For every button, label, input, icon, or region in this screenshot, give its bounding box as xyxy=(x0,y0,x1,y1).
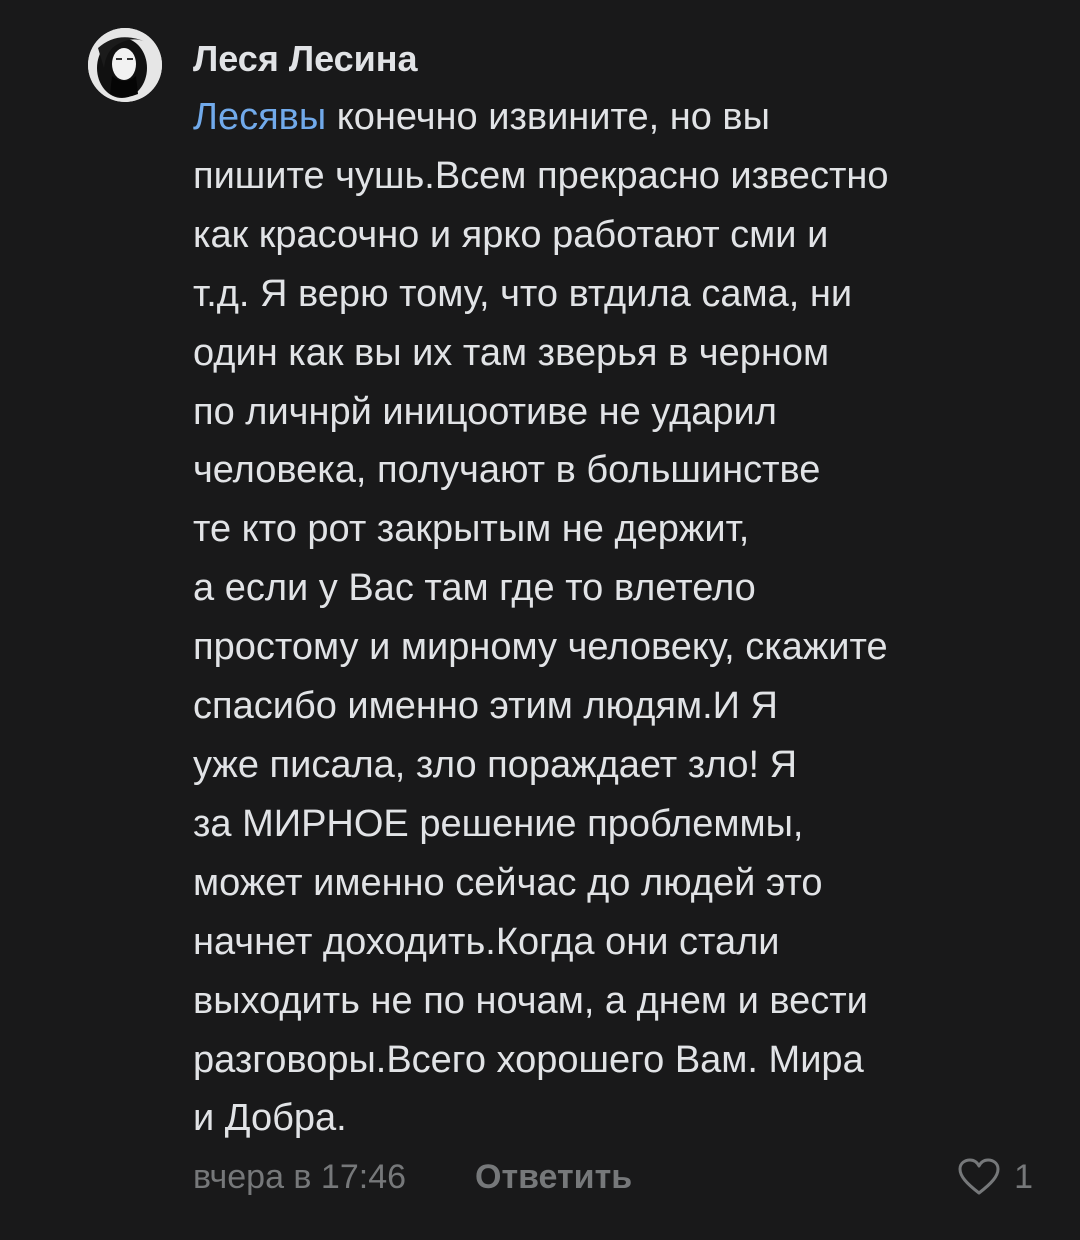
avatar-image xyxy=(88,28,162,102)
comment-line: выходить не по ночам, а днем и вести xyxy=(193,979,868,1022)
comment-line: простому и мирному человеку, скажите xyxy=(193,626,888,669)
heart-outline-icon xyxy=(958,1158,1000,1195)
comment-author[interactable]: Леся Лесина xyxy=(193,36,418,82)
comment-line: и Добра. xyxy=(193,1097,347,1140)
comment-line: по личнрй иницоотиве не ударил xyxy=(193,390,777,433)
comment-line: а если у Вас там где то влетело xyxy=(193,567,756,610)
comment: Леся Лесина Лесявы конечно извините, но … xyxy=(0,0,1080,1240)
comment-line: те кто рот закрытым не держит, xyxy=(193,508,750,551)
reply-button[interactable]: Ответить xyxy=(475,1152,632,1202)
comment-line-text: конечно извините, но вы xyxy=(326,96,770,138)
comment-line: разговоры.Всего хорошего Вам. Мира xyxy=(193,1038,864,1081)
mention-link[interactable]: Лесявы xyxy=(193,96,326,138)
avatar[interactable] xyxy=(88,28,162,102)
comment-line: человека, получают в большинстве xyxy=(193,449,821,492)
comment-line: за МИРНОЕ решение проблеммы, xyxy=(193,802,804,845)
comment-line: начнет доходить.Когда они стали xyxy=(193,920,780,963)
comment-line: Лесявы конечно извините, но вы xyxy=(193,88,1053,147)
comment-line: уже писала, зло пораждает зло! Я xyxy=(193,743,798,786)
comment-line: один как вы их там зверья в черном xyxy=(193,331,830,374)
comment-line: пишите чушь.Всем прекрасно известно xyxy=(193,154,889,197)
comment-line: спасибо именно этим людям.И Я xyxy=(193,685,778,728)
comment-text: Лесявы конечно извините, но вы пишите чу… xyxy=(193,88,1053,1148)
comment-line: т.д. Я верю тому, что втдила сама, ни xyxy=(193,272,853,315)
comment-line: может именно сейчас до людей это xyxy=(193,861,823,904)
comment-timestamp[interactable]: вчера в 17:46 xyxy=(193,1152,406,1202)
comment-line: как красочно и ярко работают сми и xyxy=(193,213,829,256)
like-count: 1 xyxy=(1014,1158,1033,1196)
like-button[interactable]: 1 xyxy=(958,1152,1033,1202)
comment-footer: вчера в 17:46 Ответить 1 xyxy=(193,1152,1033,1202)
